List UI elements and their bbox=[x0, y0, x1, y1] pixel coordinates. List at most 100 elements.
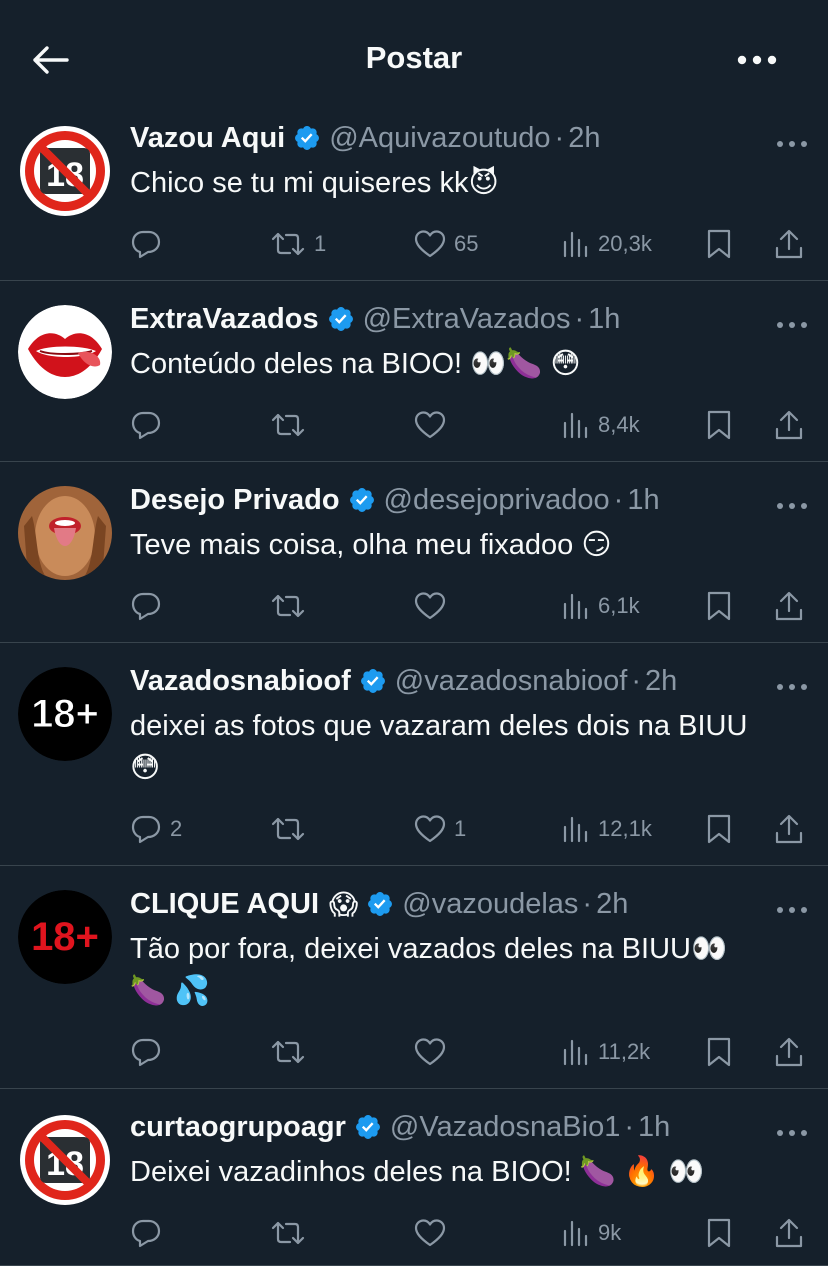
views-count: 9k bbox=[598, 1220, 622, 1245]
reply-button[interactable] bbox=[130, 1032, 170, 1072]
share-button[interactable] bbox=[774, 224, 804, 264]
share-button[interactable] bbox=[774, 586, 804, 626]
share-icon bbox=[775, 1218, 803, 1248]
user-handle[interactable]: @ExtraVazados bbox=[363, 303, 571, 336]
retweet-button[interactable] bbox=[270, 405, 314, 445]
verified-badge bbox=[293, 124, 321, 152]
avatar[interactable] bbox=[18, 305, 112, 399]
display-name[interactable]: ExtraVazados bbox=[130, 303, 319, 336]
views-chart-icon bbox=[563, 816, 588, 843]
share-icon bbox=[775, 229, 803, 259]
avatar[interactable]: 18+ bbox=[18, 890, 112, 984]
reply-button[interactable]: 2 bbox=[130, 809, 182, 849]
share-button[interactable] bbox=[774, 809, 804, 849]
retweet-button[interactable] bbox=[270, 586, 314, 626]
timestamp[interactable]: 2h bbox=[596, 888, 628, 921]
tweet-item[interactable]: Desejo Privado @desejoprivadoo · 1h Teve mai… bbox=[0, 462, 828, 643]
tweet-item[interactable]: ExtraVazados @ExtraVazados · 1h Conteúdo del… bbox=[0, 281, 828, 462]
like-count: 65 bbox=[454, 231, 479, 256]
reply-button[interactable] bbox=[130, 1213, 170, 1253]
reply-button[interactable] bbox=[130, 224, 170, 264]
tweet-item[interactable]: 18+ Vazadosnabioof @vazadosnabioof · 2h deixe… bbox=[0, 643, 828, 866]
share-button[interactable] bbox=[774, 405, 804, 445]
retweet-button[interactable] bbox=[270, 809, 314, 849]
like-button[interactable]: 65 bbox=[414, 224, 478, 264]
avatar[interactable]: 18 bbox=[18, 124, 112, 218]
views-button[interactable]: 20,3k bbox=[562, 224, 652, 264]
like-button[interactable] bbox=[414, 586, 454, 626]
bookmark-button[interactable] bbox=[706, 809, 732, 849]
lips-icon bbox=[18, 305, 112, 399]
retweet-button[interactable] bbox=[270, 1213, 314, 1253]
avatar[interactable] bbox=[18, 486, 112, 580]
separator-dot: · bbox=[631, 664, 642, 697]
heart-icon bbox=[414, 411, 446, 439]
share-button[interactable] bbox=[774, 1032, 804, 1072]
reply-button[interactable] bbox=[130, 405, 170, 445]
views-button[interactable]: 6,1k bbox=[562, 586, 640, 626]
display-name[interactable]: Vazou Aqui bbox=[130, 122, 285, 155]
display-name[interactable]: Vazadosnabioof bbox=[130, 665, 351, 698]
tweet-item[interactable]: 18 Vazou Aqui @Aquivazoutudo·2h Chico se tu… bbox=[0, 100, 828, 281]
bookmark-button[interactable] bbox=[706, 1213, 732, 1253]
retweet-icon bbox=[271, 817, 305, 841]
tweet-more-button[interactable] bbox=[776, 677, 808, 697]
bookmark-button[interactable] bbox=[706, 586, 732, 626]
separator-dot: · bbox=[554, 121, 565, 154]
tweet-text: Conteúdo deles na BIOO! 👀🍆 😳 bbox=[130, 348, 581, 380]
bookmark-button[interactable] bbox=[706, 224, 732, 264]
tweet-more-button[interactable] bbox=[776, 900, 808, 920]
tweet-text: deixei as fotos que vazaram deles dois n… bbox=[130, 710, 748, 784]
retweet-button[interactable] bbox=[270, 1032, 314, 1072]
tweet-item[interactable]: 18+ CLIQUE AQUI 😱 @vazoudelas · 2h Tão por for… bbox=[0, 866, 828, 1089]
tweet-more-button[interactable] bbox=[776, 496, 808, 516]
reply-button[interactable] bbox=[130, 586, 170, 626]
bookmark-button[interactable] bbox=[706, 405, 732, 445]
timestamp[interactable]: 2h bbox=[645, 665, 677, 698]
timestamp[interactable]: 2h bbox=[568, 122, 600, 155]
verified-badge-icon bbox=[368, 892, 393, 916]
bookmark-icon bbox=[707, 591, 731, 621]
share-button[interactable] bbox=[774, 1213, 804, 1253]
tweet-more-button[interactable] bbox=[776, 315, 808, 335]
avatar[interactable]: 18 bbox=[18, 1113, 112, 1207]
retweet-icon bbox=[271, 594, 305, 618]
tweet-text: Deixei vazadinhos deles na BIOO! 🍆 🔥 👀 bbox=[130, 1156, 705, 1188]
views-button[interactable]: 9k bbox=[562, 1213, 621, 1253]
tweet-item[interactable]: 18 curtaogrupoagr @VazadosnaBio1·1h Deixei … bbox=[0, 1089, 828, 1266]
user-handle[interactable]: @vazoudelas bbox=[402, 888, 578, 921]
like-button[interactable] bbox=[414, 1213, 454, 1253]
views-button[interactable]: 8,4k bbox=[562, 405, 640, 445]
retweet-button[interactable]: 1 bbox=[270, 224, 326, 264]
bookmark-button[interactable] bbox=[706, 1032, 732, 1072]
views-button[interactable]: 12,1k bbox=[562, 809, 652, 849]
more-options-button[interactable] bbox=[734, 40, 780, 80]
user-handle[interactable]: @vazadosnabioof bbox=[395, 665, 628, 698]
more-dots-icon bbox=[777, 1130, 807, 1136]
eighteen-plus-icon: 18+ bbox=[18, 667, 112, 761]
reply-icon bbox=[131, 230, 161, 259]
views-button[interactable]: 11,2k bbox=[562, 1032, 650, 1072]
timestamp[interactable]: 1h bbox=[638, 1111, 670, 1144]
user-handle[interactable]: @VazadosnaBio1 bbox=[390, 1111, 620, 1144]
like-button[interactable]: 1 bbox=[414, 809, 466, 849]
reply-icon bbox=[131, 815, 161, 844]
display-name[interactable]: CLIQUE AQUI bbox=[130, 888, 319, 921]
like-button[interactable] bbox=[414, 1032, 454, 1072]
reply-icon bbox=[131, 411, 161, 440]
avatar[interactable]: 18+ bbox=[18, 667, 112, 761]
verified-badge bbox=[359, 667, 387, 695]
share-icon bbox=[775, 1037, 803, 1067]
timestamp[interactable]: 1h bbox=[627, 484, 659, 517]
tweet-more-button[interactable] bbox=[776, 1123, 808, 1143]
tweet-more-button[interactable] bbox=[776, 134, 808, 154]
separator-dot: · bbox=[574, 302, 585, 335]
timestamp[interactable]: 1h bbox=[588, 303, 620, 336]
user-handle[interactable]: @Aquivazoutudo bbox=[329, 122, 550, 155]
display-name[interactable]: Desejo Privado bbox=[130, 484, 340, 517]
like-button[interactable] bbox=[414, 405, 454, 445]
display-name[interactable]: curtaogrupoagr bbox=[130, 1111, 346, 1144]
separator-dot: · bbox=[582, 887, 593, 920]
user-handle[interactable]: @desejoprivadoo bbox=[384, 484, 610, 517]
views-chart-icon bbox=[563, 231, 588, 258]
